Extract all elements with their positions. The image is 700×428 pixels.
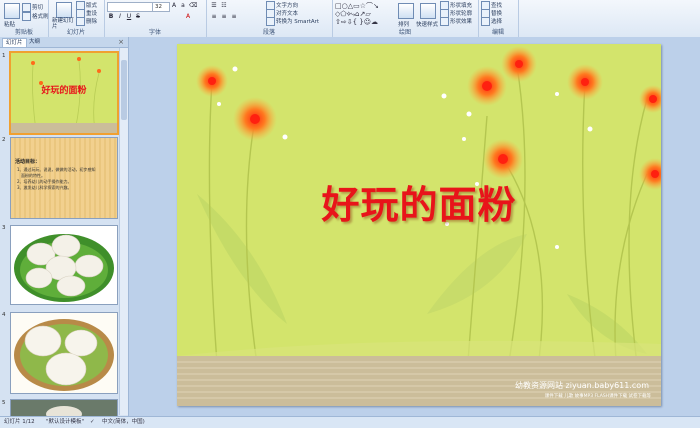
spellcheck-icon[interactable]: ✓ [90,417,95,428]
paragraph-group-title: 段落 [262,29,275,36]
pane-tabs: 幻灯片 大纲 × [0,37,128,48]
slide-thumbnail-2[interactable]: 活动目标： 1、通过玩玩、说说，做做的活动，初步感知 面粉的特性。 2、培养幼儿… [10,137,118,219]
align-left-button[interactable]: ≡ [210,13,218,21]
language-indicator[interactable]: 中文(简体，中国) [102,417,145,428]
align-right-button[interactable]: ≡ [230,13,238,21]
thumb2-heading: 活动目标： [15,159,41,165]
font-size-combo[interactable]: 32 [152,2,170,12]
grow-font-button[interactable]: A [170,2,178,10]
font-color-button[interactable]: A [184,13,192,21]
slide-footer-site: 幼教资源网站 ziyuan.baby611.com [515,381,649,390]
new-slide-icon[interactable] [56,2,72,18]
baozi-steamer-photo [11,313,117,393]
slide-thumbnail-1[interactable]: 好玩的面粉 [9,51,119,135]
scrollbar-thumb[interactable] [121,60,127,120]
font-group-title: 字体 [148,29,161,36]
status-bar: 幻灯片 1/12 "默认设计模板" ✓ 中文(简体，中国) [0,416,700,428]
slide-number: 1 [2,53,6,59]
paragraph-group: ☰ ☷ ≡ ≡ ≡ 文字方向 对齐文本 转换为 SmartArt 段落 [206,0,333,37]
cursor-icon [481,17,490,26]
slide-position: 幻灯片 1/12 [4,419,35,425]
clipboard-group: 粘贴 剪切 格式刷 剪贴板 [0,0,49,37]
align-center-button[interactable]: ≡ [220,13,228,21]
shapes-gallery[interactable]: □○△▭☆⌒↘ ◇⬠⟡⤷⌂↗▱ ⇧⇨⇩{ }☺☁ [335,2,393,26]
font-group: 32 A a ⌫ B I U S A 字体 [104,0,207,37]
numbering-button[interactable]: ☷ [220,2,228,10]
pane-scrollbar[interactable] [119,48,128,415]
slide-thumbnail-4[interactable] [10,312,118,394]
slides-group: 新建幻灯片 版式 重设 删除 幻灯片 [48,0,105,37]
quick-styles-icon[interactable] [420,3,436,19]
slide-footer-links: 课件下载 儿歌 故事MP3 FLASH课件下载 试卷下载等 [544,394,651,399]
slide-thumbnail-5[interactable] [10,399,118,417]
slide-thumbnail-3[interactable] [10,225,118,305]
underline-button[interactable]: U [125,13,133,21]
smartart-icon [266,17,275,26]
delete-button[interactable]: 删除 [76,17,97,26]
slides-pane: 幻灯片 大纲 × 1 好玩的面粉 2 活动目标： 1、通过玩玩、说说，做做的活动… [0,37,129,417]
ribbon: 粘贴 剪切 格式刷 剪贴板 新建幻灯片 版式 重设 删除 幻灯片 32 A a … [0,0,700,38]
slide-number: 4 [2,312,6,318]
tab-slides[interactable]: 幻灯片 [2,38,27,47]
theme-name: "默认设计模板" [46,419,85,425]
shape-effects-button[interactable]: 形状效果 [440,17,472,26]
brush-icon [22,12,31,21]
thumb5-photo [46,406,82,416]
thumb1-title: 好玩的面粉 [41,86,87,96]
slide-number: 5 [2,400,6,406]
current-slide[interactable]: 好玩的面粉 幼教资源网站 ziyuan.baby611.com 课件下载 儿歌 … [177,44,661,406]
steamed-buns-photo [11,226,117,304]
scissors-icon [22,3,31,12]
format-painter-button[interactable]: 格式刷 [22,12,49,21]
arrange-icon[interactable] [398,3,414,19]
slide-number: 3 [2,225,6,231]
font-name-combo[interactable] [107,2,153,12]
smartart-button[interactable]: 转换为 SmartArt [266,17,319,26]
bullets-button[interactable]: ☰ [210,2,218,10]
close-pane-icon[interactable]: × [118,38,124,46]
italic-button[interactable]: I [116,13,124,21]
paste-icon[interactable] [4,3,20,19]
editing-group: 查找 替换 选择 编辑 [478,0,519,37]
slide-number: 2 [2,137,6,143]
delete-icon [76,17,85,26]
drawing-group: □○△▭☆⌒↘ ◇⬠⟡⤷⌂↗▱ ⇧⇨⇩{ }☺☁ 排列 快速样式 形状填充 形状轮廓… [332,0,479,37]
cut-button[interactable]: 剪切 [22,3,43,12]
thumb2-line-4: 3、激发幼儿科学探索的兴趣。 [17,185,72,190]
slide-title[interactable]: 好玩的面粉 [177,174,661,229]
bold-button[interactable]: B [107,13,115,21]
clipboard-group-title: 剪贴板 [14,29,33,36]
strikethrough-button[interactable]: S [134,13,142,21]
select-button[interactable]: 选择 [481,17,502,26]
shrink-font-button[interactable]: a [179,2,187,10]
editing-group-title: 编辑 [491,29,504,36]
tab-outline[interactable]: 大纲 [26,38,43,46]
slide-editor: 好玩的面粉 幼教资源网站 ziyuan.baby611.com 课件下载 儿歌 … [129,37,700,416]
slides-group-title: 幻灯片 [66,29,85,36]
effects-icon [440,17,449,26]
clear-format-button[interactable]: ⌫ [189,2,197,10]
drawing-group-title: 绘图 [398,29,411,36]
